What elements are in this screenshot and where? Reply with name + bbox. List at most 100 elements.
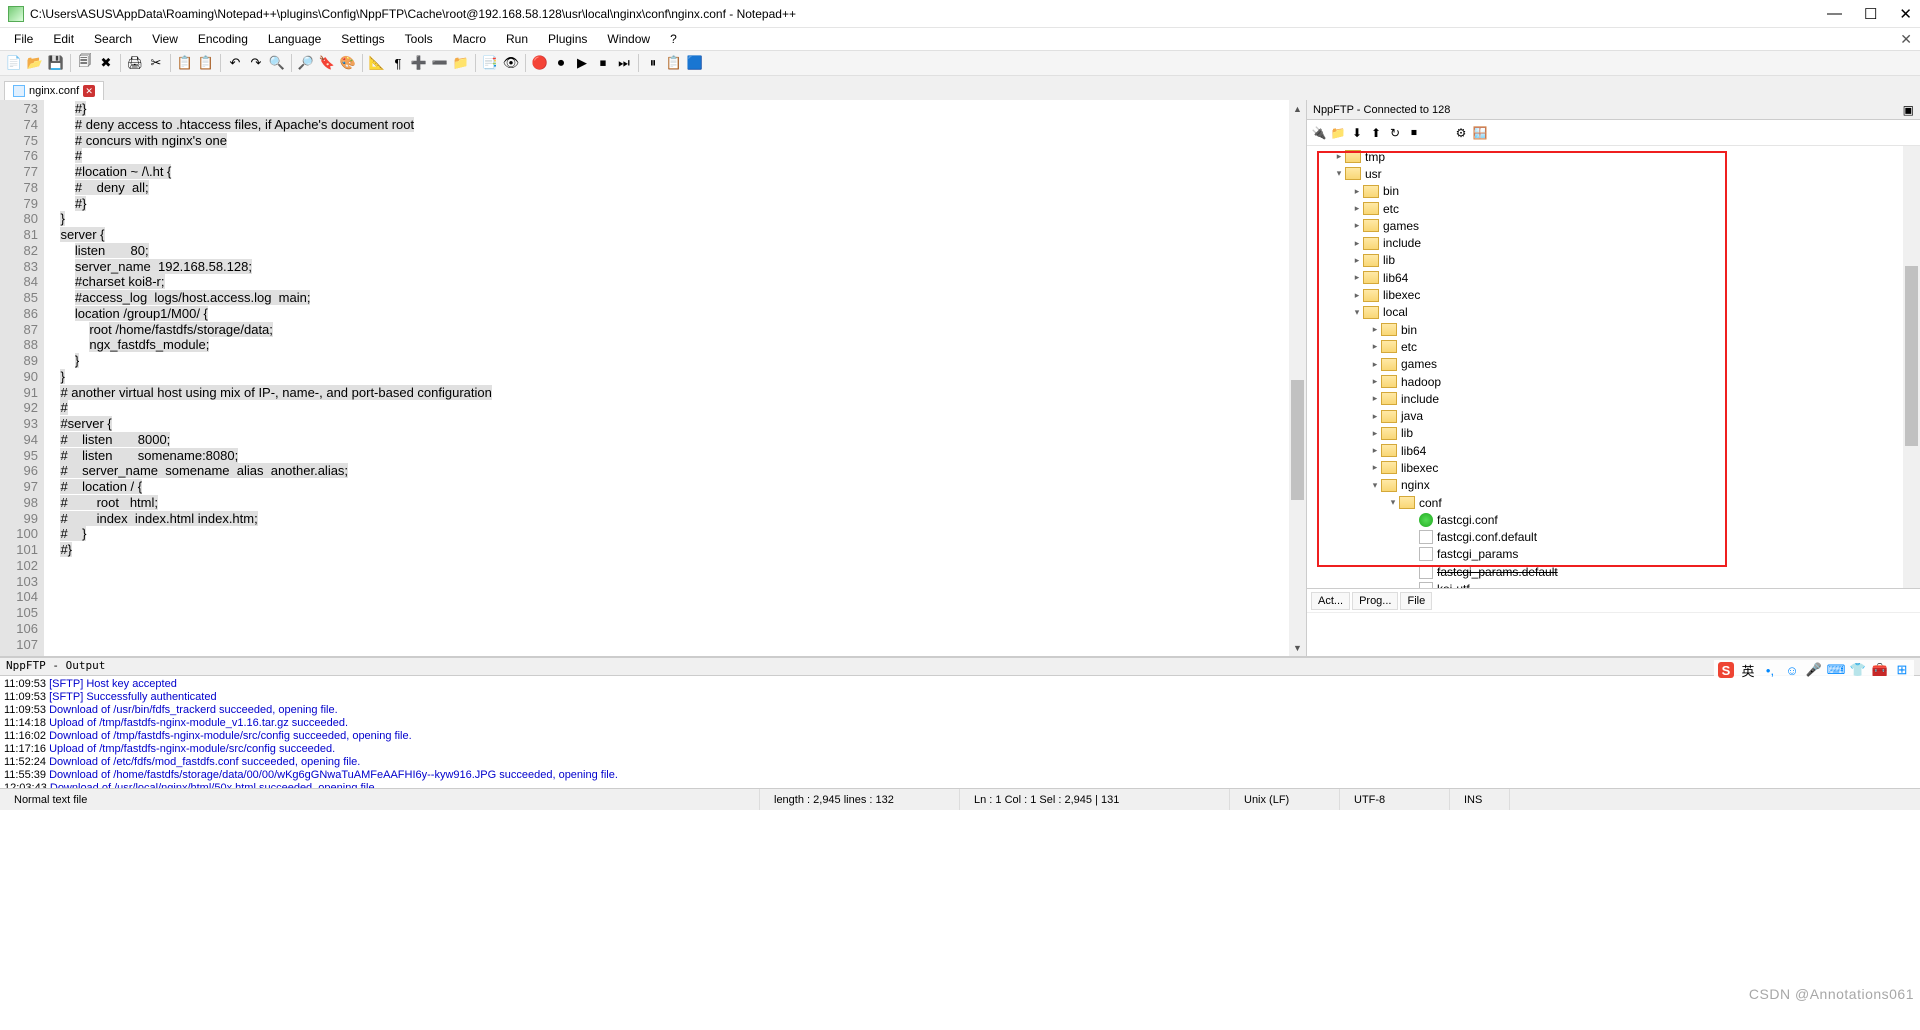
tree-folder-hadoop[interactable]: ▸hadoop [1307, 373, 1920, 390]
toolbar-button-18[interactable]: ➖ [430, 53, 450, 73]
toolbar-button-0[interactable]: 📄 [4, 53, 24, 73]
ftp-tree[interactable]: ▸tmp▾usr▸bin▸etc▸games▸include▸lib▸lib64… [1307, 146, 1920, 588]
menu-plugins[interactable]: Plugins [540, 30, 595, 48]
expand-icon[interactable]: ▸ [1351, 203, 1363, 214]
expand-icon[interactable]: ▾ [1351, 307, 1363, 318]
tree-folder-include[interactable]: ▸include [1307, 234, 1920, 251]
scroll-thumb[interactable] [1291, 380, 1304, 500]
toolbar-button-3[interactable]: 🗐 [75, 53, 95, 73]
tree-folder-libexec[interactable]: ▸libexec [1307, 286, 1920, 303]
tree-folder-nginx[interactable]: ▾nginx [1307, 477, 1920, 494]
ftp-scroll-thumb[interactable] [1905, 266, 1918, 446]
expand-icon[interactable]: ▸ [1369, 359, 1381, 370]
tree-folder-lib[interactable]: ▸lib [1307, 252, 1920, 269]
toolbar-button-13[interactable]: 🔖 [317, 53, 337, 73]
menu-encoding[interactable]: Encoding [190, 30, 256, 48]
tree-folder-bin[interactable]: ▸bin [1307, 321, 1920, 338]
close-button[interactable]: ✕ [1899, 5, 1912, 23]
editor-vertical-scrollbar[interactable]: ▲ ▼ [1289, 100, 1306, 656]
expand-icon[interactable]: ▸ [1369, 393, 1381, 404]
tree-folder-etc[interactable]: ▸etc [1307, 200, 1920, 217]
toolbar-button-28[interactable]: 📋 [664, 53, 684, 73]
tree-file-koi-utf[interactable]: koi-utf [1307, 580, 1920, 588]
tab-close-icon[interactable]: ✕ [83, 85, 95, 97]
toolbar-button-11[interactable]: 🔍 [267, 53, 287, 73]
ftp-toolbar-button-7[interactable]: ⚙ [1453, 125, 1469, 141]
expand-icon[interactable]: ▸ [1369, 324, 1381, 335]
tree-folder-etc[interactable]: ▸etc [1307, 338, 1920, 355]
expand-icon[interactable]: ▸ [1369, 462, 1381, 473]
ime-more-icon[interactable]: ⊞ [1894, 662, 1910, 678]
expand-icon[interactable]: ▸ [1351, 290, 1363, 301]
minimize-button[interactable]: — [1827, 5, 1842, 23]
tree-folder-usr[interactable]: ▾usr [1307, 165, 1920, 182]
tree-file-fastcgi_params[interactable]: fastcgi_params [1307, 546, 1920, 563]
ftp-toolbar-button-1[interactable]: 📁 [1330, 125, 1346, 141]
tree-folder-lib64[interactable]: ▸lib64 [1307, 442, 1920, 459]
expand-icon[interactable]: ▸ [1351, 220, 1363, 231]
ime-emoji-icon[interactable]: ☺ [1784, 662, 1800, 678]
menu-language[interactable]: Language [260, 30, 329, 48]
toolbar-button-19[interactable]: 📁 [451, 53, 471, 73]
toolbar-button-27[interactable]: ⏸ [643, 53, 663, 73]
toolbar-button-29[interactable]: 🟦 [685, 53, 705, 73]
toolbar-button-17[interactable]: ➕ [409, 53, 429, 73]
toolbar-button-4[interactable]: ✖ [96, 53, 116, 73]
toolbar-button-1[interactable]: 📂 [25, 53, 45, 73]
ime-toolbox-icon[interactable]: 🧰 [1872, 662, 1888, 678]
expand-icon[interactable]: ▸ [1351, 186, 1363, 197]
menu-file[interactable]: File [6, 30, 41, 48]
ftp-toolbar-button-8[interactable]: 🪟 [1472, 125, 1488, 141]
toolbar-button-15[interactable]: 📐 [367, 53, 387, 73]
tree-file-ok-fastcgi.conf[interactable]: fastcgi.conf [1307, 511, 1920, 528]
ftp-lower-tab-Prog[interactable]: Prog... [1352, 592, 1398, 610]
expand-icon[interactable]: ▸ [1369, 428, 1381, 439]
toolbar-button-20[interactable]: 📑 [480, 53, 500, 73]
toolbar-button-6[interactable]: ✂ [146, 53, 166, 73]
menu-window[interactable]: Window [599, 30, 658, 48]
menubar-close-icon[interactable]: ✕ [1900, 31, 1912, 48]
menu-macro[interactable]: Macro [445, 30, 494, 48]
expand-icon[interactable]: ▸ [1351, 255, 1363, 266]
toolbar-button-14[interactable]: 🎨 [338, 53, 358, 73]
tree-folder-libexec[interactable]: ▸libexec [1307, 459, 1920, 476]
ime-lang-icon[interactable]: 英 [1740, 662, 1756, 678]
panel-close-icon[interactable]: ▣ [1903, 103, 1914, 117]
expand-icon[interactable]: ▸ [1369, 445, 1381, 456]
ime-keyboard-icon[interactable]: ⌨ [1828, 662, 1844, 678]
toolbar-button-26[interactable]: ⏭ [614, 53, 634, 73]
editor-pane[interactable]: 7374757677787980818283848586878889909192… [0, 100, 1306, 656]
tree-folder-bin[interactable]: ▸bin [1307, 183, 1920, 200]
tree-folder-games[interactable]: ▸games [1307, 217, 1920, 234]
scroll-up-icon[interactable]: ▲ [1289, 100, 1306, 117]
ime-sogou-icon[interactable]: S [1718, 662, 1734, 678]
menu-settings[interactable]: Settings [333, 30, 392, 48]
tree-folder-tmp[interactable]: ▸tmp [1307, 148, 1920, 165]
tree-folder-conf[interactable]: ▾conf [1307, 494, 1920, 511]
toolbar-button-9[interactable]: ↶ [225, 53, 245, 73]
menu-edit[interactable]: Edit [45, 30, 82, 48]
ftp-toolbar-button-2[interactable]: ⬇ [1349, 125, 1365, 141]
expand-icon[interactable]: ▸ [1351, 272, 1363, 283]
tree-folder-include[interactable]: ▸include [1307, 390, 1920, 407]
ime-punct-icon[interactable]: •, [1762, 662, 1778, 678]
toolbar-button-12[interactable]: 🔎 [296, 53, 316, 73]
ftp-lower-tab-File[interactable]: File [1400, 592, 1432, 610]
expand-icon[interactable]: ▸ [1369, 341, 1381, 352]
ime-mic-icon[interactable]: 🎤 [1806, 662, 1822, 678]
code-area[interactable]: #} # deny access to .htaccess files, if … [44, 100, 1289, 656]
expand-icon[interactable]: ▾ [1333, 168, 1345, 179]
ftp-toolbar-button-0[interactable]: 🔌 [1311, 125, 1327, 141]
tree-folder-java[interactable]: ▸java [1307, 407, 1920, 424]
tree-folder-local[interactable]: ▾local [1307, 304, 1920, 321]
scroll-down-icon[interactable]: ▼ [1289, 639, 1306, 656]
menu-view[interactable]: View [144, 30, 186, 48]
expand-icon[interactable]: ▸ [1351, 238, 1363, 249]
tree-file-fastcgi_params.default[interactable]: fastcgi_params.default [1307, 563, 1920, 580]
toolbar-button-8[interactable]: 📋 [196, 53, 216, 73]
toolbar-button-16[interactable]: ¶ [388, 53, 408, 73]
expand-icon[interactable]: ▸ [1369, 411, 1381, 422]
ftp-vertical-scrollbar[interactable] [1903, 146, 1920, 588]
menu-?[interactable]: ? [662, 30, 685, 48]
toolbar-button-7[interactable]: 📋 [175, 53, 195, 73]
